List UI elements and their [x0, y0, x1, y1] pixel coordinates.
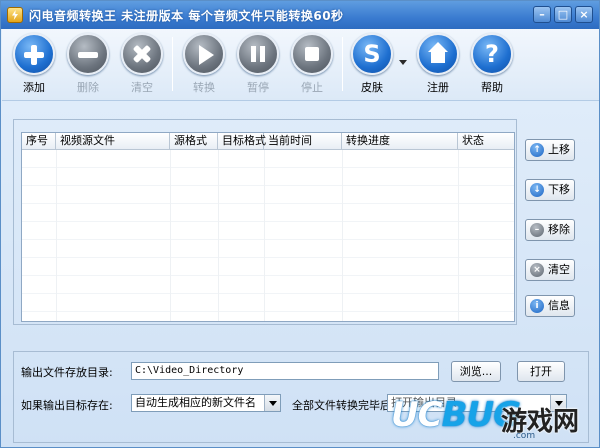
app-window: 闪电音频转换王 未注册版本 每个音频文件只能转换60秒 – □ × 添加 删除 … — [0, 0, 600, 448]
convert-label: 转换 — [193, 81, 215, 94]
clear-list-button[interactable]: 清空 — [525, 259, 575, 281]
toolbar-separator — [342, 37, 343, 91]
open-dir-button[interactable]: 打开 — [517, 361, 565, 382]
help-icon: ? — [471, 33, 513, 75]
help-button[interactable]: ? 帮助 — [466, 33, 518, 97]
toolbar-separator — [172, 37, 173, 91]
after-complete-label: 全部文件转换完毕后: — [292, 399, 395, 412]
skin-label: 皮肤 — [361, 81, 383, 94]
skin-button[interactable]: S 皮肤 — [346, 33, 398, 97]
remove-button[interactable]: 移除 — [525, 219, 575, 241]
exists-action-select[interactable]: 自动生成相应的新文件名 — [131, 394, 281, 412]
clear-label: 清空 — [131, 81, 153, 94]
register-label: 注册 — [427, 81, 449, 94]
minus-circle-icon — [530, 223, 544, 237]
browse-button[interactable]: 浏览... — [451, 361, 501, 382]
remove-label: 移除 — [548, 223, 570, 236]
move-up-label: 上移 — [548, 143, 570, 156]
minus-icon — [67, 33, 109, 75]
window-title: 闪电音频转换王 未注册版本 每个音频文件只能转换60秒 — [29, 9, 344, 23]
move-down-label: 下移 — [548, 183, 570, 196]
move-down-button[interactable]: 下移 — [525, 179, 575, 201]
move-up-button[interactable]: 上移 — [525, 139, 575, 161]
close-button[interactable]: × — [575, 6, 593, 23]
register-button[interactable]: 注册 — [412, 33, 464, 97]
info-icon — [530, 299, 544, 313]
help-label: 帮助 — [481, 81, 503, 94]
pause-button[interactable]: 暂停 — [232, 33, 284, 97]
info-button[interactable]: 信息 — [525, 295, 575, 317]
play-icon — [183, 33, 225, 75]
output-dir-input[interactable]: C:\Video_Directory — [131, 362, 439, 380]
clear-list-label: 清空 — [548, 263, 570, 276]
arrow-up-icon — [530, 143, 544, 157]
pause-label: 暂停 — [247, 81, 269, 94]
maximize-button[interactable]: □ — [554, 6, 572, 23]
output-dir-label: 输出文件存放目录: — [21, 366, 113, 379]
arrow-down-icon — [530, 183, 544, 197]
exists-action-value: 自动生成相应的新文件名 — [135, 396, 256, 409]
title-bar[interactable]: 闪电音频转换王 未注册版本 每个音频文件只能转换60秒 – □ × — [1, 1, 599, 29]
minimize-button[interactable]: – — [533, 6, 551, 23]
toolbar: 添加 删除 清空 转换 暂停 停止 S 皮肤 注册 ? 帮助 — [2, 29, 599, 101]
stop-button[interactable]: 停止 — [286, 33, 338, 97]
delete-button[interactable]: 删除 — [62, 33, 114, 97]
file-list-frame — [13, 119, 517, 325]
delete-label: 删除 — [77, 81, 99, 94]
add-button[interactable]: 添加 — [8, 33, 60, 97]
stop-label: 停止 — [301, 81, 323, 94]
add-label: 添加 — [23, 81, 45, 94]
exists-label: 如果输出目标存在: — [21, 399, 113, 412]
stop-icon — [291, 33, 333, 75]
watermark-uc: UC — [391, 395, 443, 435]
chevron-down-icon[interactable] — [264, 395, 280, 411]
plus-icon — [13, 33, 55, 75]
skin-dropdown-arrow-icon[interactable] — [399, 60, 407, 65]
skin-icon: S — [351, 33, 393, 75]
convert-button[interactable]: 转换 — [178, 33, 230, 97]
home-icon — [417, 33, 459, 75]
ucbug-watermark: UCBUG 游戏网 .com — [391, 389, 597, 445]
x-icon — [121, 33, 163, 75]
pause-icon — [237, 33, 279, 75]
clear-button[interactable]: 清空 — [116, 33, 168, 97]
x-circle-icon — [530, 263, 544, 277]
lightning-app-icon — [7, 7, 23, 23]
watermark-url: .com — [513, 431, 536, 441]
info-label: 信息 — [548, 299, 570, 312]
